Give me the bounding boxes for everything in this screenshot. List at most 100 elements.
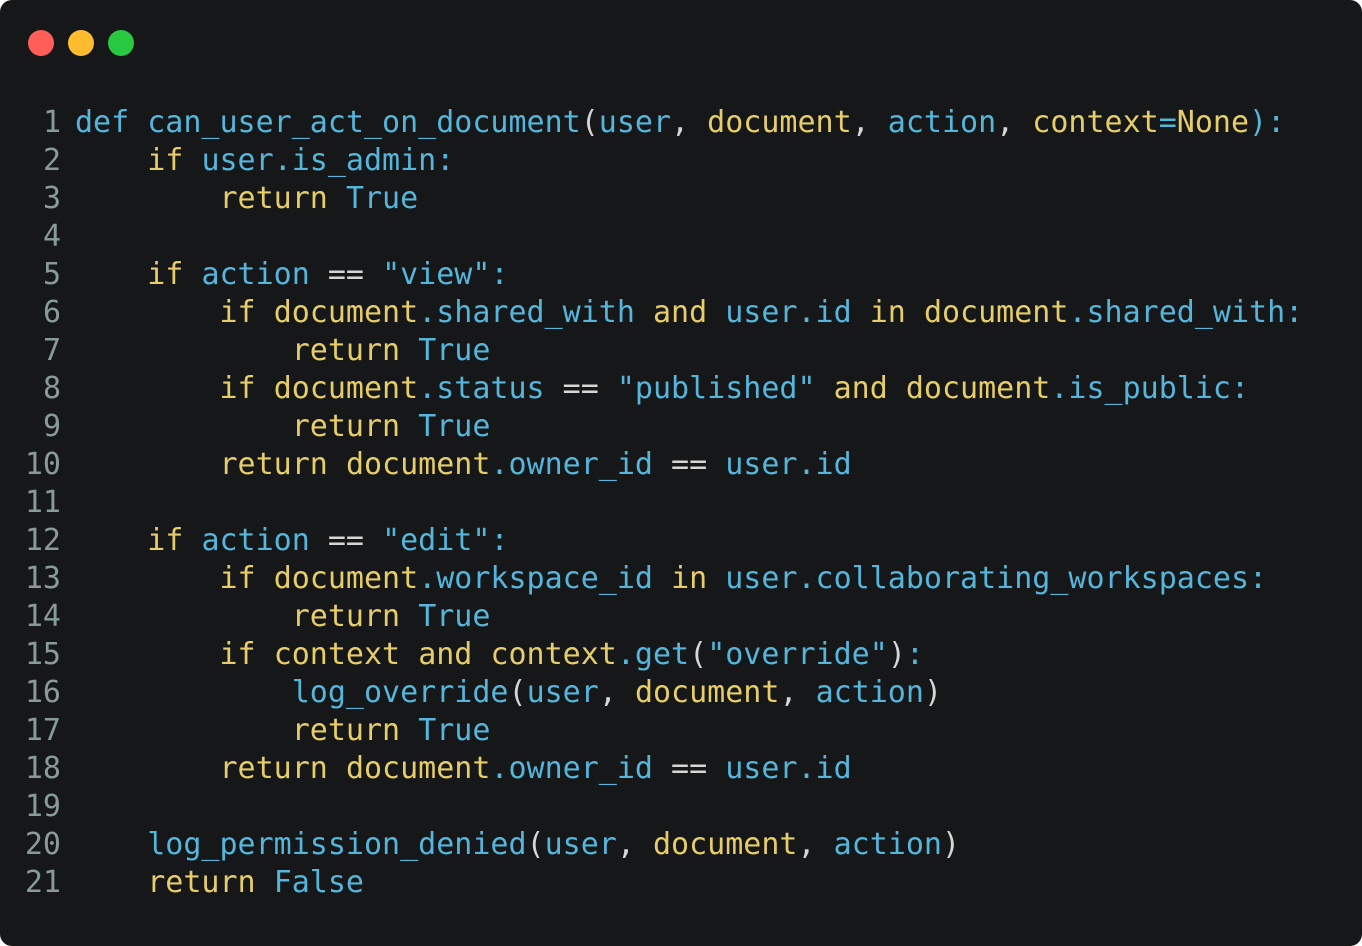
line-number: 17 [24,713,61,748]
minimize-window-button[interactable] [68,30,94,56]
code-token: .id [797,751,852,786]
line-number: 19 [24,789,61,824]
code-token: document [345,447,491,482]
code-text: return True [75,333,491,368]
code-token: .shared_with [418,295,653,330]
code-text: log_permission_denied(user, document, ac… [75,827,960,862]
code-token: == [544,371,617,406]
code-line: 20 log_permission_denied(user, document,… [0,826,1303,864]
line-number: 18 [24,751,61,786]
line-number: 10 [24,447,61,482]
code-token: .status [418,371,545,406]
code-token: ( [580,105,599,140]
line-number: 20 [24,827,61,862]
code-token: : [490,523,509,558]
code-text: return False [75,865,364,900]
code-token: , [671,105,708,140]
code-token: user [725,447,798,482]
code-token: user [598,105,672,140]
code-token: : [905,637,924,672]
code-token: , [616,827,653,862]
code-token: user [725,561,798,596]
zoom-window-button[interactable] [108,30,134,56]
code-token: action [201,257,310,292]
code-token: user [201,143,274,178]
code-token: return [219,751,346,786]
code-token: if [147,257,202,292]
code-text: if action == "edit": [75,523,509,558]
line-number: 3 [42,181,61,216]
code-token: document [273,295,419,330]
line-number: 2 [42,143,61,178]
code-line: 3 return True [0,180,1303,218]
code-token: .workspace_id [418,561,672,596]
code-text: return document.owner_id == user.id [75,447,852,482]
code-token: , [851,105,888,140]
code-text: return True [75,181,419,216]
code-token: action [201,523,310,558]
code-token: document [634,675,780,710]
code-line: 18 return document.owner_id == user.id [0,750,1303,788]
code-token: return [291,333,419,368]
code-text: return True [75,409,491,444]
code-token: "view" [382,257,491,292]
code-token: True [418,599,491,634]
line-number: 7 [42,333,61,368]
line-number: 1 [42,105,61,140]
code-text: if user.is_admin: [75,143,454,178]
code-text: if document.shared_with and user.id in d… [75,295,1304,330]
code-text: def can_user_act_on_document(user, docum… [75,105,1285,140]
code-token: .get [616,637,690,672]
code-line: 4 [0,218,1303,256]
line-number: 21 [24,865,61,900]
code-token: "edit" [382,523,491,558]
code-line: 16 log_override(user, document, action) [0,674,1303,712]
code-text: if document.status == "published" and do… [75,371,1250,406]
code-line: 19 [0,788,1303,826]
line-number: 5 [42,257,61,292]
code-line: 2 if user.is_admin: [0,142,1303,180]
code-token: action [833,827,942,862]
code-token: log_permission_denied [147,827,527,862]
code-line: 1 def can_user_act_on_document(user, docu… [0,104,1303,142]
code-token: document [273,561,419,596]
code-token: document [707,105,852,140]
code-token: return [147,865,274,900]
code-token: .is_public: [1050,371,1250,406]
code-token: action [815,675,924,710]
close-window-button[interactable] [28,30,54,56]
code-token: document [923,295,1069,330]
code-line: 13 if document.workspace_id in user.coll… [0,560,1303,598]
line-number: 16 [24,675,61,710]
code-token: None [1176,105,1250,140]
code-token: can_user_act_on_document [147,105,581,140]
code-token: .collaborating_workspaces: [797,561,1268,596]
code-token: document [905,371,1051,406]
code-token: ) [887,637,906,672]
code-token: = [1158,105,1177,140]
line-number: 6 [42,295,61,330]
code-token: .id [797,295,870,330]
code-text: return document.owner_id == user.id [75,751,852,786]
code-window: 1 def can_user_act_on_document(user, docu… [0,0,1362,946]
line-number: 12 [24,523,61,558]
code-line: 14 return True [0,598,1303,636]
code-token: context [273,637,419,672]
code-text: if action == "view": [75,257,508,292]
code-token: , [996,105,1033,140]
code-token: if [147,523,202,558]
code-token: if [219,637,274,672]
code-token: == [309,257,383,292]
code-token: if [219,561,274,596]
code-token: ): [1249,105,1286,140]
code-token: in [671,561,726,596]
code-line: 10 return document.owner_id == user.id [0,446,1303,484]
